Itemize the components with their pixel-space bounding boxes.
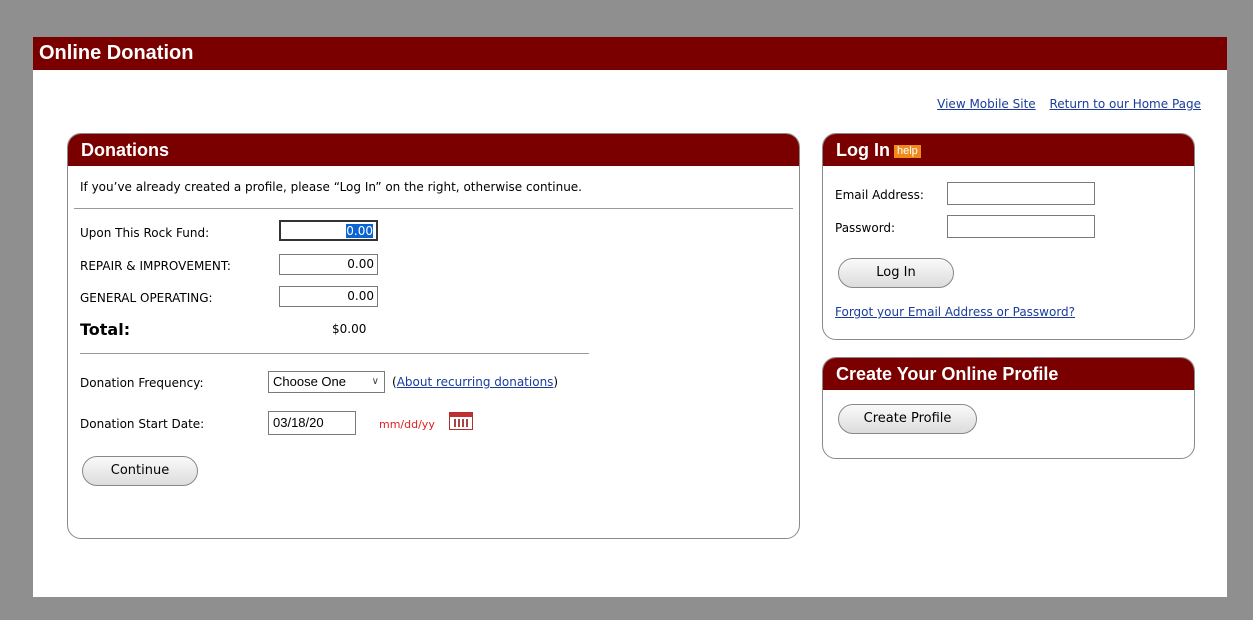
email-label: Email Address:	[835, 188, 924, 202]
password-label: Password:	[835, 221, 896, 235]
divider	[74, 208, 793, 209]
login-title: Log In help	[823, 134, 1194, 166]
login-button[interactable]: Log In	[838, 258, 954, 288]
continue-button[interactable]: Continue	[82, 456, 198, 486]
create-profile-button[interactable]: Create Profile	[838, 404, 977, 434]
password-field[interactable]	[947, 215, 1095, 238]
fund-amount-upon-this-rock[interactable]: 0.00	[279, 220, 378, 241]
create-profile-panel: Create Your Online Profile Create Profil…	[822, 357, 1195, 459]
recurring-info: (About recurring donations)	[392, 375, 559, 389]
start-date-input[interactable]: 03/18/20	[268, 411, 356, 435]
frequency-label: Donation Frequency:	[80, 376, 204, 390]
donations-panel: Donations If you’ve already created a pr…	[67, 133, 800, 539]
fund-label-repair: REPAIR & IMPROVEMENT:	[80, 259, 231, 273]
intro-text: If you’ve already created a profile, ple…	[80, 180, 582, 194]
about-recurring-donations-link[interactable]: About recurring donations	[397, 375, 554, 389]
help-icon[interactable]: help	[893, 145, 921, 158]
fund-amount-repair[interactable]: 0.00	[279, 254, 378, 275]
forgot-credentials-link[interactable]: Forgot your Email Address or Password?	[835, 305, 1075, 319]
view-mobile-site-link[interactable]: View Mobile Site	[937, 97, 1036, 111]
divider	[80, 353, 589, 354]
total-value: $0.00	[332, 322, 367, 336]
frequency-value: Choose One	[273, 374, 346, 389]
top-links: View Mobile Site Return to our Home Page	[927, 97, 1201, 111]
fund-label-upon-this-rock: Upon This Rock Fund:	[80, 226, 210, 240]
page: Online Donation View Mobile Site Return …	[33, 37, 1227, 597]
fund-amount-general[interactable]: 0.00	[279, 286, 378, 307]
create-profile-title: Create Your Online Profile	[823, 358, 1194, 390]
total-label: Total:	[80, 320, 131, 339]
fund-label-general: GENERAL OPERATING:	[80, 291, 213, 305]
chevron-down-icon: ∨	[371, 376, 379, 387]
donations-title: Donations	[68, 134, 799, 166]
start-date-label: Donation Start Date:	[80, 417, 205, 431]
frequency-select[interactable]: Choose One ∨	[268, 371, 385, 393]
login-panel: Log In help Email Address: Password: Log …	[822, 133, 1195, 340]
page-title: Online Donation	[33, 37, 1227, 70]
email-field[interactable]	[947, 182, 1095, 205]
home-page-link[interactable]: Return to our Home Page	[1050, 97, 1202, 111]
date-format-hint: mm/dd/yy	[379, 418, 435, 431]
calendar-icon[interactable]	[449, 412, 473, 430]
